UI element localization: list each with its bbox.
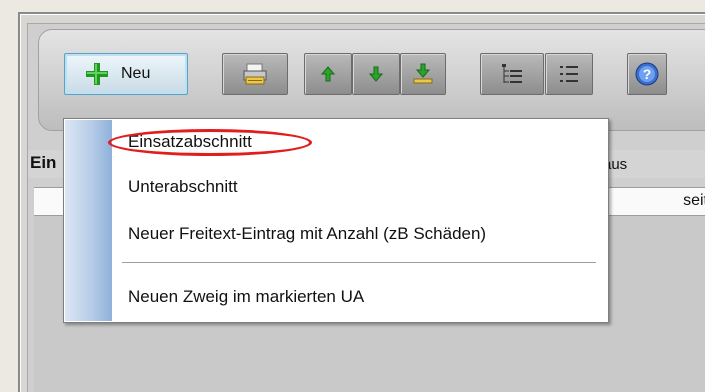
arrow-up-icon [320,65,336,83]
tree-view-icon [500,62,524,86]
menu-item-einsatzabschnitt[interactable]: Einsatzabschnitt [128,132,252,152]
print-button[interactable] [222,53,288,95]
print-icon [242,62,268,86]
list-view-icon [558,63,580,85]
new-item-popup-menu: Einsatzabschnitt Unterabschnitt Neuer Fr… [63,118,609,323]
app-window: Neu ? Ein aus sei Einsatzabschnitt Unter… [0,0,705,392]
plus-icon [85,62,109,86]
menu-separator [122,262,596,264]
new-button[interactable]: Neu [64,53,188,95]
menu-icon-strip [65,120,112,321]
download-icon [412,63,434,85]
help-button[interactable]: ? [627,53,667,95]
move-up-button[interactable] [304,53,352,95]
svg-text:?: ? [643,66,652,82]
grid-column-header-left[interactable]: Ein [30,153,56,173]
new-button-label: Neu [121,65,151,82]
menu-item-freitext-eintrag[interactable]: Neuer Freitext-Eintrag mit Anzahl (zB Sc… [128,224,486,244]
help-icon: ? [634,61,660,87]
move-down-button[interactable] [352,53,400,95]
move-bottom-button[interactable] [400,53,446,95]
list-view-button[interactable] [545,53,593,95]
menu-item-unterabschnitt[interactable]: Unterabschnitt [128,177,238,197]
arrow-down-icon [368,65,384,83]
tree-view-button[interactable] [480,53,544,95]
menu-item-neuer-zweig[interactable]: Neuen Zweig im markierten UA [128,287,364,307]
table-cell: seit [683,192,705,209]
